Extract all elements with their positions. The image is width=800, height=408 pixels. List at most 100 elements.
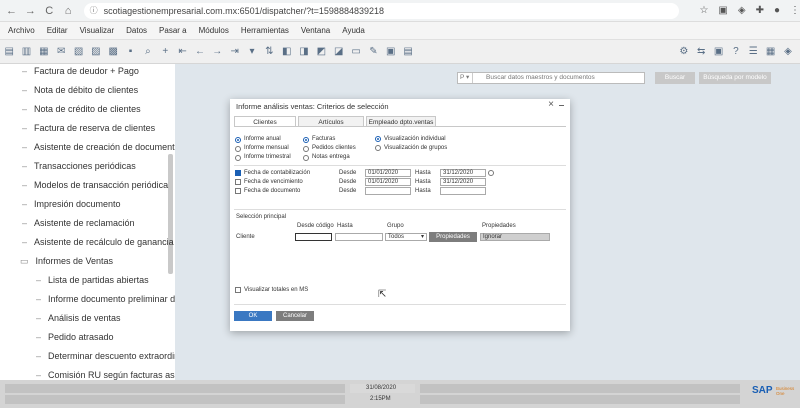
sidebar-item[interactable]: – Análisis de ventas xyxy=(36,313,121,323)
search-scope-dropdown[interactable]: P ▾ xyxy=(460,73,474,83)
radio-informe-trimestral[interactable] xyxy=(235,155,241,161)
close-icon[interactable]: × xyxy=(548,99,554,110)
checkbox-visualizar-totales[interactable] xyxy=(235,287,241,293)
template-search-button[interactable]: Búsqueda por modelo xyxy=(699,72,771,84)
last-record-icon[interactable]: ⇥ xyxy=(229,46,239,58)
address-bar[interactable]: ⓘ scotiagestionempresarial.com.mx:6501/d… xyxy=(83,2,680,19)
sidebar-item[interactable]: – Impresión documento xyxy=(22,199,121,209)
cont-to-input[interactable]: 31/12/2020 xyxy=(440,169,486,177)
help-icon[interactable]: ? xyxy=(731,46,741,58)
calendar-icon[interactable]: ▤ xyxy=(403,46,413,58)
lock-screen-icon[interactable]: ▣ xyxy=(713,46,723,58)
menu-item-5[interactable]: Módulos xyxy=(199,26,229,35)
cliente-to-input[interactable] xyxy=(335,233,383,241)
checkbox-fecha-vencimiento[interactable] xyxy=(235,179,241,185)
drag-relate-icon[interactable]: ⇆ xyxy=(696,46,706,58)
cont-from-input[interactable]: 01/01/2020 xyxy=(365,169,411,177)
menu-item-2[interactable]: Visualizar xyxy=(80,26,115,35)
sidebar-scrollbar[interactable] xyxy=(168,154,173,274)
home-icon[interactable]: ⌂ xyxy=(61,3,76,19)
reload-icon[interactable]: C xyxy=(42,3,57,19)
add-icon[interactable]: + xyxy=(160,46,170,58)
first-record-icon[interactable]: ⇤ xyxy=(177,46,187,58)
date-picker-icon[interactable] xyxy=(488,170,494,176)
doc-from-input[interactable] xyxy=(365,187,411,195)
search-icon[interactable]: ⌕ xyxy=(143,46,153,58)
printer-icon[interactable]: ▤ xyxy=(4,46,14,58)
shield-icon[interactable]: ◈ xyxy=(738,5,746,16)
grupo-select[interactable]: Todos ▾ xyxy=(385,233,427,241)
sidebar-item[interactable]: – Factura de deudor + Pago xyxy=(22,66,139,76)
calculator-icon[interactable]: ▣ xyxy=(386,46,396,58)
radio-visualizacion-individual[interactable] xyxy=(375,136,381,142)
menu-item-7[interactable]: Ventana xyxy=(301,26,330,35)
cockpit-icon[interactable]: ◈ xyxy=(783,46,793,58)
menu-item-4[interactable]: Pasar a xyxy=(159,26,187,35)
prev-record-icon[interactable]: ← xyxy=(195,46,205,58)
venc-to-input[interactable]: 31/12/2020 xyxy=(440,178,486,186)
sidebar-item[interactable]: – Comisión RU según facturas as a xyxy=(36,370,175,380)
gross-profit-icon[interactable]: ◩ xyxy=(316,46,326,58)
radio-facturas[interactable] xyxy=(303,137,309,143)
radio-pedidos-clientes[interactable] xyxy=(303,146,309,152)
search-button[interactable]: Buscar xyxy=(655,72,695,84)
pdf-extension-icon[interactable]: ▣ xyxy=(718,5,727,16)
menu-item-3[interactable]: Datos xyxy=(126,26,147,35)
radio-notas-entrega[interactable] xyxy=(303,155,309,161)
excel-icon[interactable]: ▨ xyxy=(91,46,101,58)
sidebar-item[interactable]: – Nota de crédito de clientes xyxy=(22,104,141,114)
widget-icon[interactable]: ▦ xyxy=(765,46,775,58)
star-icon[interactable]: ☆ xyxy=(699,5,708,16)
menu-item-0[interactable]: Archivo xyxy=(8,26,35,35)
back-icon[interactable]: ← xyxy=(4,3,19,19)
radio-visualizacion-grupos[interactable] xyxy=(375,145,381,151)
email-icon[interactable]: ✉ xyxy=(56,46,66,58)
settings-icon[interactable]: ▪ xyxy=(125,46,135,58)
user-menu-icon[interactable]: ☰ xyxy=(748,46,758,58)
forward-icon[interactable]: → xyxy=(23,3,38,19)
export-pdf-icon[interactable]: ▧ xyxy=(73,46,83,58)
print-icon[interactable]: ▦ xyxy=(39,46,49,58)
menu-item-6[interactable]: Herramientas xyxy=(241,26,289,35)
sidebar-item[interactable]: – Asistente de creación de documentos xyxy=(22,142,175,152)
radio-informe-anual[interactable] xyxy=(235,137,241,143)
cliente-from-input[interactable] xyxy=(295,233,332,241)
minimize-icon[interactable] xyxy=(559,105,564,106)
sidebar-item[interactable]: – Modelos de transacción periódica xyxy=(22,180,168,190)
ok-button[interactable]: OK xyxy=(234,311,272,321)
layout-icon[interactable]: ◪ xyxy=(334,46,344,58)
sidebar-item[interactable]: – Asistente de recálculo de ganancia br xyxy=(22,237,175,247)
checkbox-fecha-documento[interactable] xyxy=(235,188,241,194)
message-icon[interactable]: ✎ xyxy=(368,46,378,58)
sidebar-item[interactable]: – Nota de débito de clientes xyxy=(22,85,138,95)
menu-item-1[interactable]: Editar xyxy=(47,26,68,35)
venc-from-input[interactable]: 01/01/2020 xyxy=(365,178,411,186)
print-preview-icon[interactable]: ▥ xyxy=(21,46,31,58)
doc-to-input[interactable] xyxy=(440,187,486,195)
base-document-icon[interactable]: ◧ xyxy=(282,46,292,58)
filter-icon[interactable]: ▾ xyxy=(247,46,257,58)
sidebar-item[interactable]: – Lista de partidas abiertas xyxy=(36,275,149,285)
sidebar-item[interactable]: – Determinar descuento extraordin xyxy=(36,351,175,361)
form-settings-icon[interactable]: ▭ xyxy=(351,46,361,58)
global-search-input[interactable]: P ▾ Buscar datos maestros y documentos xyxy=(457,72,645,84)
sidebar-item[interactable]: ▭ Informes de Ventas xyxy=(20,256,113,267)
profile-icon[interactable]: ● xyxy=(774,5,780,16)
menu-dots-icon[interactable]: ⋮ xyxy=(790,5,800,16)
target-document-icon[interactable]: ◨ xyxy=(299,46,309,58)
sidebar-item[interactable]: – Informe documento preliminar de xyxy=(36,294,175,304)
radio-informe-mensual[interactable] xyxy=(235,146,241,152)
sidebar-item[interactable]: – Pedido atrasado xyxy=(36,332,114,342)
sort-icon[interactable]: ⇅ xyxy=(264,46,274,58)
propiedades-button[interactable]: Propiedades xyxy=(429,232,477,242)
checkbox-fecha-contabilizacion[interactable] xyxy=(235,170,241,176)
menu-item-8[interactable]: Ayuda xyxy=(342,26,365,35)
sidebar-item[interactable]: – Asistente de reclamación xyxy=(22,218,135,228)
puzzle-icon[interactable]: ✚ xyxy=(756,5,764,16)
query-icon[interactable]: ⚙ xyxy=(679,46,689,58)
word-icon[interactable]: ▩ xyxy=(108,46,118,58)
cancel-button[interactable]: Cancelar xyxy=(276,311,314,321)
next-record-icon[interactable]: → xyxy=(212,46,222,58)
sidebar-item[interactable]: – Transacciones periódicas xyxy=(22,161,136,171)
sidebar-item[interactable]: – Factura de reserva de clientes xyxy=(22,123,155,133)
